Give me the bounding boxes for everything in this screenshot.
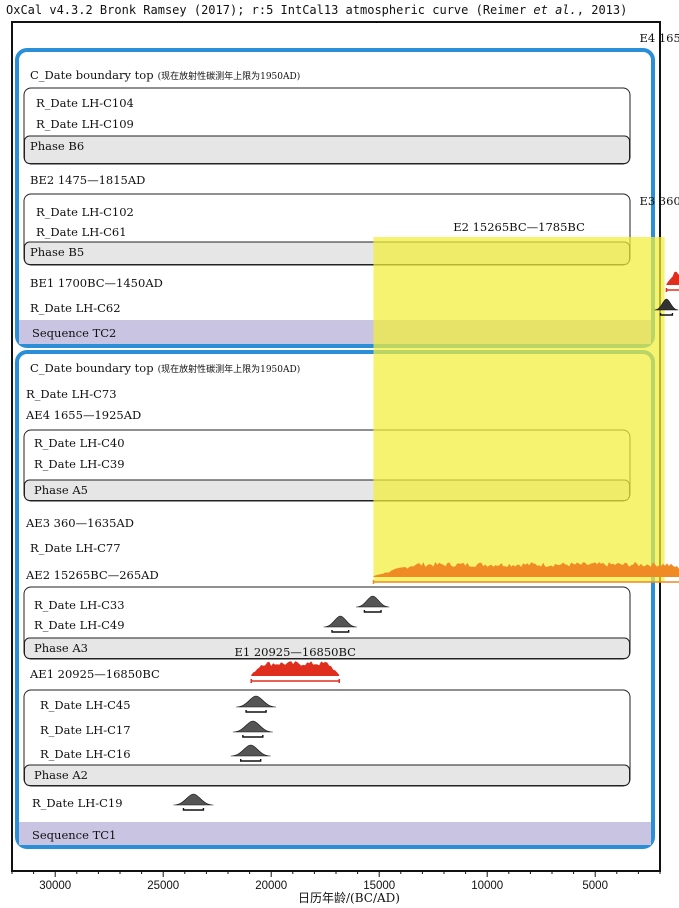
sequence-tc2-label: Sequence TC2 bbox=[32, 326, 116, 340]
x-tick-label-20000: 20000 bbox=[255, 880, 287, 892]
r-date-lh-c19-label: R_Date LH-C19 bbox=[32, 796, 123, 810]
x-tick-label-30000: 30000 bbox=[39, 880, 71, 892]
x-tick-label-25000: 25000 bbox=[147, 880, 179, 892]
ae3-360-1635ad-label: AE3 360—1635AD bbox=[25, 516, 134, 530]
r-date-lh-c33-range-bracket bbox=[363, 610, 382, 613]
r-date-lh-c17-distribution bbox=[232, 720, 273, 733]
r-date-lh-c40-label: R_Date LH-C40 bbox=[34, 436, 125, 450]
phase-b5-label: Phase B5 bbox=[30, 245, 84, 259]
phase-a2-label: Phase A2 bbox=[34, 768, 88, 782]
r-date-lh-c45-distribution bbox=[236, 695, 277, 708]
c-date-boundary-top-label: C_Date boundary top (现在放射性碳测年上限为1950AD) bbox=[30, 68, 300, 82]
sequence-tc1-label: Sequence TC1 bbox=[32, 828, 116, 842]
c-date-boundary-top-2-label: C_Date boundary top (现在放射性碳测年上限为1950AD) bbox=[30, 361, 300, 375]
c-date-boundary-top-2-note: (现在放射性碳测年上限为1950AD) bbox=[158, 363, 301, 375]
r-date-lh-c39-label: R_Date LH-C39 bbox=[34, 457, 125, 471]
r-date-lh-c61-label: R_Date LH-C61 bbox=[36, 225, 127, 239]
be1-1700bc-1450ad-label: BE1 1700BC—1450AD bbox=[30, 276, 163, 290]
r-date-lh-c49-range-bracket bbox=[331, 630, 350, 633]
r-date-lh-c45-range-bracket bbox=[245, 710, 267, 713]
r-date-lh-c17-label: R_Date LH-C17 bbox=[40, 723, 131, 737]
r-date-lh-c19-range-bracket bbox=[182, 808, 205, 811]
r-date-lh-c16-label: R_Date LH-C16 bbox=[40, 747, 131, 761]
x-axis-title: 日历年龄/(BC/AD) bbox=[298, 891, 400, 905]
r-date-lh-c109-label: R_Date LH-C109 bbox=[36, 117, 134, 131]
r-date-lh-c33-label: R_Date LH-C33 bbox=[34, 598, 125, 612]
r-date-lh-c104-label: R_Date LH-C104 bbox=[36, 96, 134, 110]
phase-a5-label: Phase A5 bbox=[34, 483, 88, 497]
ae1-20925-16850bc-distribution bbox=[251, 661, 340, 676]
e4-1655-1815ad-label: E4 1655—1815AD bbox=[639, 31, 679, 45]
be1-1700bc-1450ad-distribution bbox=[666, 271, 679, 285]
phase-a2-band bbox=[24, 764, 630, 786]
r-date-lh-c19-distribution bbox=[173, 793, 214, 806]
r-date-lh-c17-range-bracket bbox=[242, 735, 264, 738]
oxcal-chart: OxCal v4.3.2 Bronk Ramsey (2017); r:5 In… bbox=[6, 3, 679, 905]
r-date-lh-c49-distribution bbox=[323, 615, 357, 628]
e2-15265bc-1785bc-band bbox=[373, 237, 665, 582]
ae2-15265bc-265ad-label: AE2 15265BC—265AD bbox=[25, 568, 159, 582]
phase-b6-band bbox=[24, 135, 630, 164]
phase-a3-label: Phase A3 bbox=[34, 641, 88, 655]
e1-20925-16850bc-label: E1 20925—16850BC bbox=[234, 645, 356, 659]
e3-360-1475ad-label: E3 360—1475AD bbox=[639, 194, 679, 208]
r-date-lh-c62-label: R_Date LH-C62 bbox=[30, 301, 121, 315]
x-tick-label-10000: 10000 bbox=[471, 880, 503, 892]
ae4-1655-1925ad-label: AE4 1655—1925AD bbox=[25, 408, 141, 422]
c-date-boundary-top-note: (现在放射性碳测年上限为1950AD) bbox=[158, 70, 301, 82]
r-date-lh-c77-label: R_Date LH-C77 bbox=[30, 541, 121, 555]
r-date-lh-c16-range-bracket bbox=[240, 759, 262, 762]
be2-1475-1815ad-label: BE2 1475—1815AD bbox=[30, 173, 145, 187]
chart-title: OxCal v4.3.2 Bronk Ramsey (2017); r:5 In… bbox=[6, 3, 627, 17]
r-date-lh-c102-label: R_Date LH-C102 bbox=[36, 205, 134, 219]
ae1-20925-16850bc-label: AE1 20925—16850BC bbox=[29, 667, 160, 681]
r-date-lh-c49-label: R_Date LH-C49 bbox=[34, 618, 125, 632]
r-date-lh-c73-label: R_Date LH-C73 bbox=[26, 387, 117, 401]
x-tick-label-5000: 5000 bbox=[582, 880, 608, 892]
e2-15265bc-1785bc-label: E2 15265BC—1785BC bbox=[453, 220, 585, 234]
phase-b6-label: Phase B6 bbox=[30, 139, 84, 153]
r-date-lh-c16-distribution bbox=[230, 744, 271, 757]
r-date-lh-c33-distribution bbox=[356, 595, 390, 608]
r-date-lh-c45-label: R_Date LH-C45 bbox=[40, 698, 131, 712]
